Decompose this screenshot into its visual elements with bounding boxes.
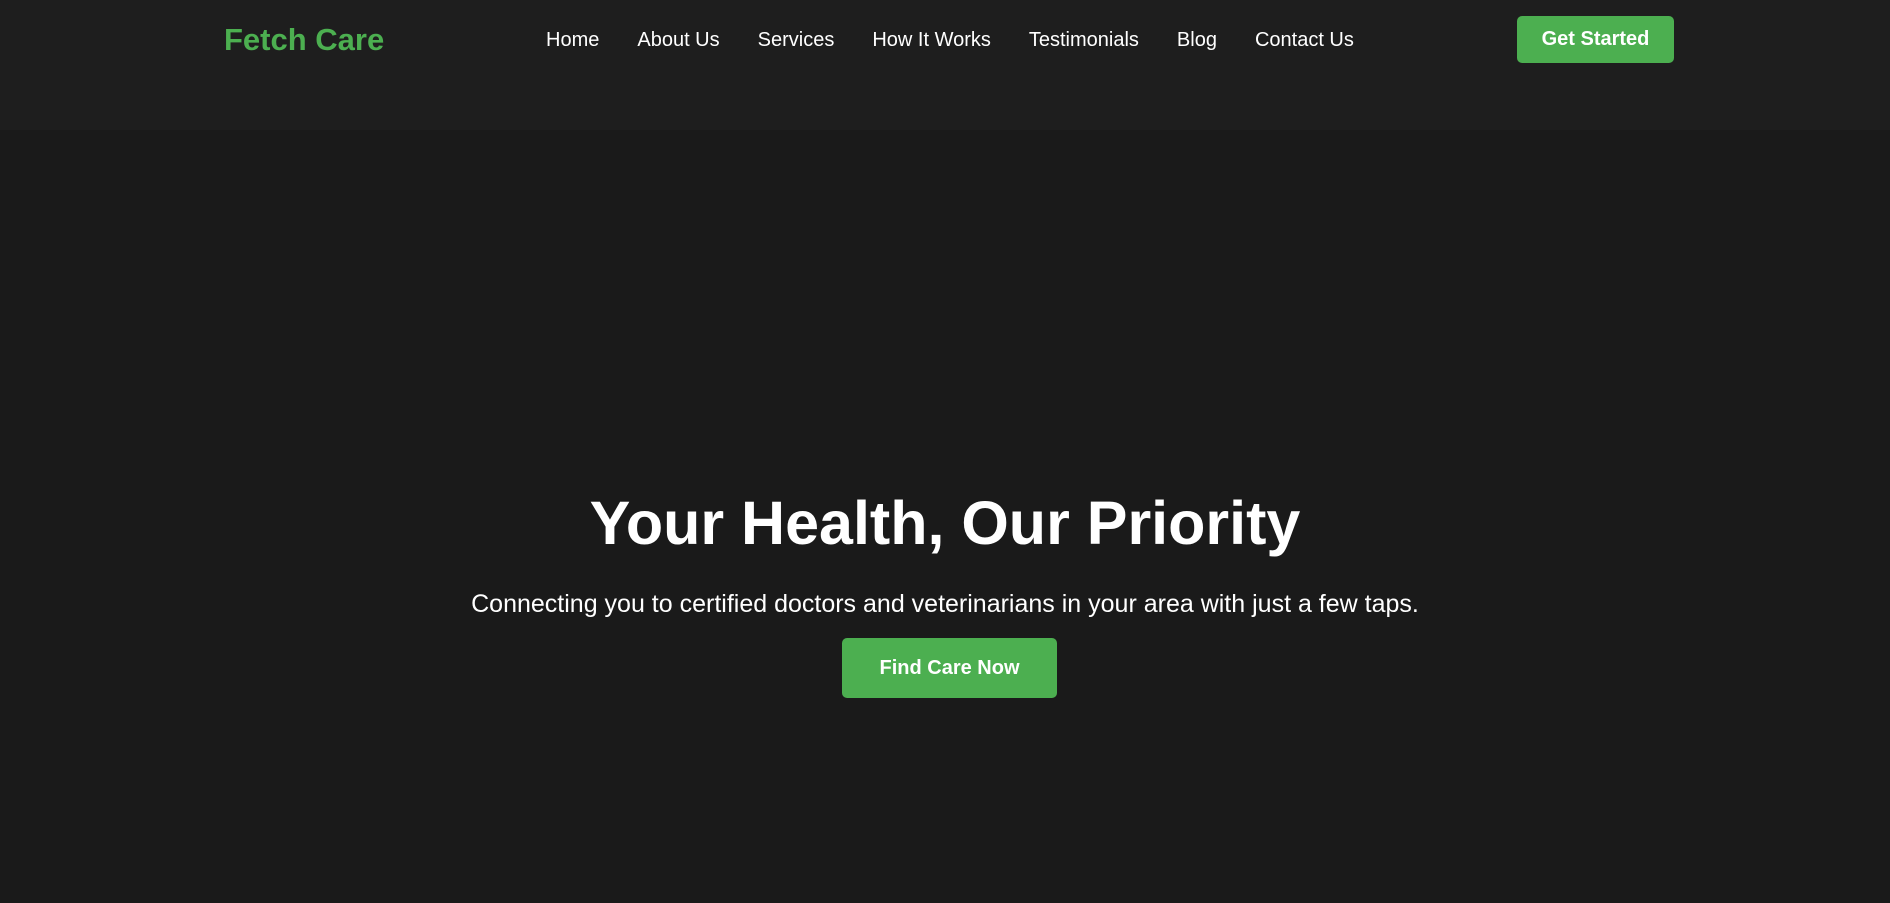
nav-item-contact-us: Contact Us <box>1255 28 1354 52</box>
find-care-now-button[interactable]: Find Care Now <box>842 638 1057 698</box>
nav-item-testimonials: Testimonials <box>1029 28 1139 52</box>
nav-list: Home About Us Services How It Works Test… <box>546 28 1354 52</box>
nav-link-blog[interactable]: Blog <box>1177 29 1217 51</box>
nav-link-contact-us[interactable]: Contact Us <box>1255 29 1354 51</box>
nav-link-about-us[interactable]: About Us <box>637 29 719 51</box>
logo[interactable]: Fetch Care <box>224 20 384 60</box>
nav-item-home: Home <box>546 28 599 52</box>
nav-item-about-us: About Us <box>637 28 719 52</box>
nav-item-how-it-works: How It Works <box>872 28 991 52</box>
hero-subtitle: Connecting you to certified doctors and … <box>471 590 1419 618</box>
nav-item-blog: Blog <box>1177 28 1217 52</box>
hero-title: Your Health, Our Priority <box>589 489 1301 557</box>
nav-item-services: Services <box>758 28 835 52</box>
nav-link-how-it-works[interactable]: How It Works <box>872 29 991 51</box>
get-started-button[interactable]: Get Started <box>1517 16 1674 63</box>
nav-link-testimonials[interactable]: Testimonials <box>1029 29 1139 51</box>
site-header: Fetch Care Home About Us Services How It… <box>0 0 1890 130</box>
nav-link-home[interactable]: Home <box>546 29 599 51</box>
nav-link-services[interactable]: Services <box>758 29 835 51</box>
